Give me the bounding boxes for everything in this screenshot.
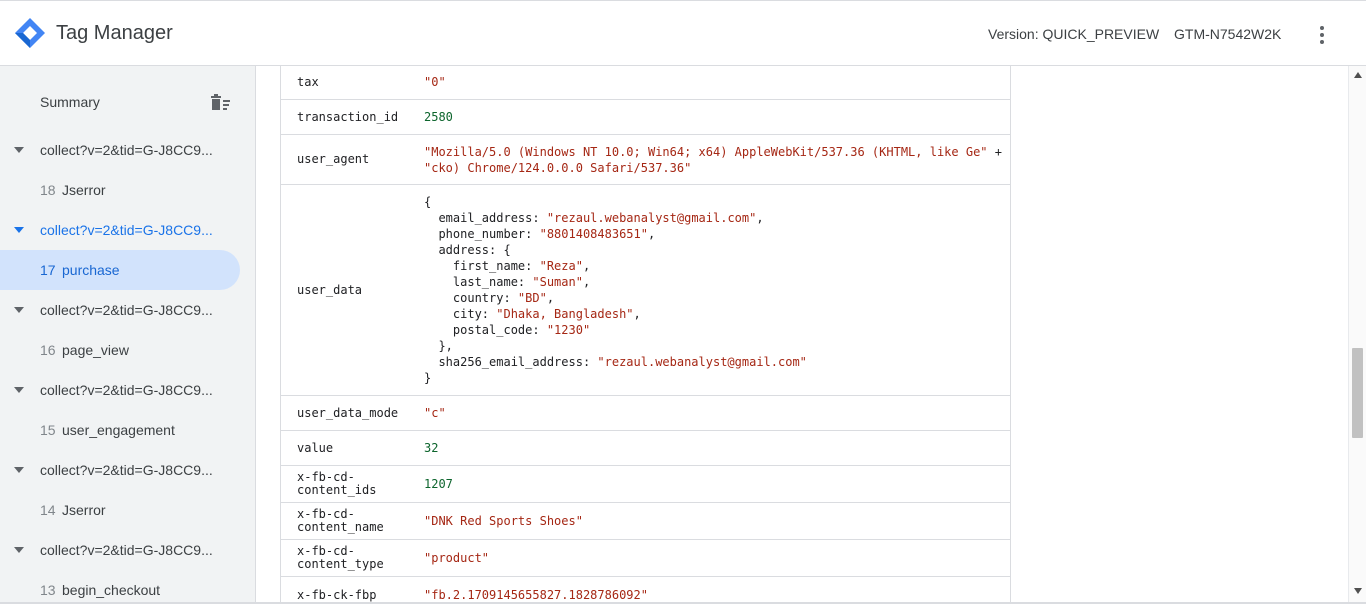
sidebar-request-item[interactable]: collect?v=2&tid=G-J8CC9... <box>0 450 255 490</box>
variable-key: x-fb-ck-fbp <box>297 587 377 602</box>
sidebar-event-item[interactable]: 18 Jserror <box>0 170 255 210</box>
variable-key: x-fb-cd-content_name <box>297 507 384 534</box>
scroll-up-arrow-icon[interactable] <box>1354 72 1362 78</box>
sidebar-event-label: Jserror <box>62 502 106 518</box>
app-header: Tag Manager Version: QUICK_PREVIEW GTM-N… <box>0 0 1366 66</box>
event-sidebar: Summary collect?v=2&tid=G-J8CC9... 18 Jser… <box>0 66 256 604</box>
variable-key: x-fb-cd-content_type <box>297 544 384 571</box>
sidebar-event-item[interactable]: 16 page_view <box>0 330 255 370</box>
main-panel: tax "0" transaction_id 2580 user_agent "Mozil… <box>256 66 1334 604</box>
sidebar-request-item[interactable]: collect?v=2&tid=G-J8CC9... <box>0 370 255 410</box>
sidebar-event-item[interactable]: 17 purchase <box>0 250 240 290</box>
sidebar-event-number: 14 <box>40 502 56 518</box>
variable-key: user_data <box>297 282 363 297</box>
variable-value: { email_address: "rezaul.webanalyst@gmai… <box>424 195 807 385</box>
tag-manager-logo-icon <box>15 18 45 48</box>
sidebar-request-label: collect?v=2&tid=G-J8CC9... <box>40 222 213 238</box>
variable-value: "c" <box>424 406 446 420</box>
sidebar-event-label: page_view <box>62 342 129 358</box>
variable-key: tax <box>297 74 319 89</box>
variable-row: x-fb-cd-content_type "product" <box>281 540 1010 577</box>
variable-key: user_data_mode <box>297 405 399 420</box>
sidebar-event-label: purchase <box>62 262 120 278</box>
variable-value: "fb.2.1709145655827.1828786092" <box>424 588 648 602</box>
sidebar-event-number: 15 <box>40 422 56 438</box>
more-vert-icon[interactable] <box>1312 23 1332 47</box>
scrollbar-thumb[interactable] <box>1352 348 1363 438</box>
variable-value: "0" <box>424 75 446 89</box>
sidebar-event-label: user_engagement <box>62 422 175 438</box>
caret-down-icon[interactable] <box>14 466 24 474</box>
variable-value: "product" <box>424 551 490 565</box>
sidebar-event-item[interactable]: 15 user_engagement <box>0 410 255 450</box>
variable-row: value 32 <box>281 431 1010 466</box>
variable-row: user_agent "Mozilla/5.0 (Windows NT 10.0;… <box>281 135 1010 185</box>
summary-link[interactable]: Summary <box>40 94 100 110</box>
sidebar-event-label: begin_checkout <box>62 582 161 598</box>
container-id[interactable]: GTM-N7542W2K <box>1174 26 1281 42</box>
variable-row: x-fb-cd-content_ids 1207 <box>281 466 1010 503</box>
sidebar-event-number: 16 <box>40 342 56 358</box>
variable-key: x-fb-cd-content_ids <box>297 470 377 497</box>
variable-value: 32 <box>424 441 439 455</box>
variable-row: x-fb-cd-content_name "DNK Red Sports Shoe… <box>281 503 1010 540</box>
variable-row: x-fb-ck-fbp "fb.2.1709145655827.182878609… <box>281 577 1010 604</box>
sidebar-request-item[interactable]: collect?v=2&tid=G-J8CC9... <box>0 530 255 570</box>
sidebar-request-label: collect?v=2&tid=G-J8CC9... <box>40 382 213 398</box>
sidebar-event-item[interactable]: 13 begin_checkout <box>0 570 255 604</box>
sidebar-request-label: collect?v=2&tid=G-J8CC9... <box>40 462 213 478</box>
variable-value: "DNK Red Sports Shoes" <box>424 514 583 528</box>
sidebar-event-label: Jserror <box>62 182 106 198</box>
sidebar-request-item[interactable]: collect?v=2&tid=G-J8CC9... <box>0 130 255 170</box>
variable-row: user_data { email_address: "rezaul.webana… <box>281 185 1010 396</box>
sidebar-request-label: collect?v=2&tid=G-J8CC9... <box>40 302 213 318</box>
sidebar-request-item[interactable]: collect?v=2&tid=G-J8CC9... <box>0 210 255 250</box>
variable-key: transaction_id <box>297 109 399 124</box>
caret-down-icon[interactable] <box>14 226 24 234</box>
sidebar-event-number: 18 <box>40 182 56 198</box>
variable-value: 2580 <box>424 110 453 124</box>
variable-row: transaction_id 2580 <box>281 100 1010 135</box>
variable-key: user_agent <box>297 152 370 166</box>
scroll-down-arrow-icon[interactable] <box>1354 588 1362 594</box>
vertical-scrollbar[interactable] <box>1348 66 1366 604</box>
caret-down-icon[interactable] <box>14 146 24 154</box>
caret-down-icon[interactable] <box>14 306 24 314</box>
sidebar-request-label: collect?v=2&tid=G-J8CC9... <box>40 142 213 158</box>
sidebar-event-number: 17 <box>40 262 56 278</box>
variable-row: tax "0" <box>281 66 1010 100</box>
caret-down-icon[interactable] <box>14 386 24 394</box>
variable-key: value <box>297 440 334 455</box>
variable-row: user_data_mode "c" <box>281 396 1010 431</box>
version-label: Version: QUICK_PREVIEW <box>988 26 1160 42</box>
variable-value: "Mozilla/5.0 (Windows NT 10.0; Win64; x6… <box>424 144 1002 175</box>
app-title: Tag Manager <box>56 22 173 44</box>
clear-messages-icon[interactable] <box>208 92 232 112</box>
sidebar-request-label: collect?v=2&tid=G-J8CC9... <box>40 542 213 558</box>
variables-table: tax "0" transaction_id 2580 user_agent "Mozil… <box>280 66 1011 604</box>
variable-value: 1207 <box>424 477 453 491</box>
caret-down-icon[interactable] <box>14 546 24 554</box>
sidebar-request-item[interactable]: collect?v=2&tid=G-J8CC9... <box>0 290 255 330</box>
sidebar-event-item[interactable]: 14 Jserror <box>0 490 255 530</box>
sidebar-event-number: 13 <box>40 582 56 598</box>
